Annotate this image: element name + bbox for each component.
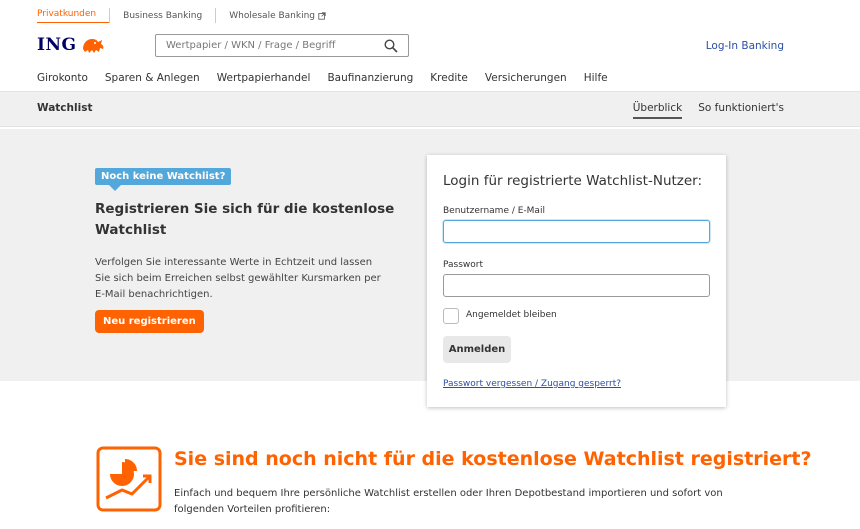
segment-nav: Privatkunden Business Banking Wholesale … bbox=[37, 8, 339, 23]
search-box bbox=[155, 34, 409, 57]
login-title: Login für registrierte Watchlist-Nutzer: bbox=[443, 173, 703, 189]
menu-item-kredite[interactable]: Kredite bbox=[430, 72, 468, 84]
username-field[interactable] bbox=[443, 220, 710, 243]
login-banking-link[interactable]: Log-In Banking bbox=[706, 40, 784, 52]
tab-so-funktionierts[interactable]: So funktioniert's bbox=[698, 102, 784, 119]
segment-wholesale-banking[interactable]: Wholesale Banking bbox=[215, 8, 339, 23]
forgot-password-link[interactable]: Passwort vergessen / Zugang gesperrt? bbox=[443, 379, 621, 389]
lion-logo-icon bbox=[82, 39, 103, 53]
promo-text: Einfach und bequem Ihre persönliche Watc… bbox=[174, 488, 723, 515]
search-input[interactable] bbox=[166, 40, 376, 51]
login-card: Login für registrierte Watchlist-Nutzer:… bbox=[427, 155, 726, 407]
remember-me-label[interactable]: Angemeldet bleiben bbox=[466, 310, 557, 320]
hero-heading: Registrieren Sie sich für die kostenlose… bbox=[95, 201, 395, 238]
menu-item-wertpapierhandel[interactable]: Wertpapierhandel bbox=[217, 72, 311, 84]
menu-item-versicherungen[interactable]: Versicherungen bbox=[485, 72, 567, 84]
segment-privatkunden[interactable]: Privatkunden bbox=[37, 8, 110, 23]
search-icon[interactable] bbox=[384, 39, 398, 53]
main-menu: Girokonto Sparen & Anlegen Wertpapierhan… bbox=[37, 72, 608, 84]
tab-ueberblick[interactable]: Überblick bbox=[632, 102, 683, 119]
promo-title: Sie sind noch nicht für die kostenlose W… bbox=[174, 448, 812, 470]
remember-me-checkbox[interactable] bbox=[443, 308, 459, 324]
menu-item-sparen-anlegen[interactable]: Sparen & Anlegen bbox=[105, 72, 200, 84]
sub-navigation: Watchlist Überblick So funktioniert's bbox=[0, 91, 860, 127]
menu-item-girokonto[interactable]: Girokonto bbox=[37, 72, 88, 84]
chart-promo-icon bbox=[96, 446, 162, 512]
menu-item-hilfe[interactable]: Hilfe bbox=[584, 72, 608, 84]
ing-logo[interactable]: ING bbox=[37, 35, 106, 55]
sub-tabs: Überblick So funktioniert's bbox=[632, 102, 784, 119]
segment-business-banking[interactable]: Business Banking bbox=[109, 8, 215, 23]
submit-login-button[interactable]: Anmelden bbox=[443, 336, 511, 363]
password-label: Passwort bbox=[443, 260, 484, 270]
section-title: Watchlist bbox=[37, 102, 93, 114]
no-watchlist-badge: Noch keine Watchlist? bbox=[95, 168, 232, 191]
menu-item-baufinanzierung[interactable]: Baufinanzierung bbox=[327, 72, 413, 84]
password-field[interactable] bbox=[443, 274, 710, 297]
register-button[interactable]: Neu registrieren bbox=[95, 310, 204, 333]
username-label: Benutzername / E-Mail bbox=[443, 206, 545, 216]
external-link-icon bbox=[318, 11, 326, 20]
logo-text: ING bbox=[37, 35, 77, 55]
hero-description: Verfolgen Sie interessante Werte in Echt… bbox=[95, 257, 381, 300]
